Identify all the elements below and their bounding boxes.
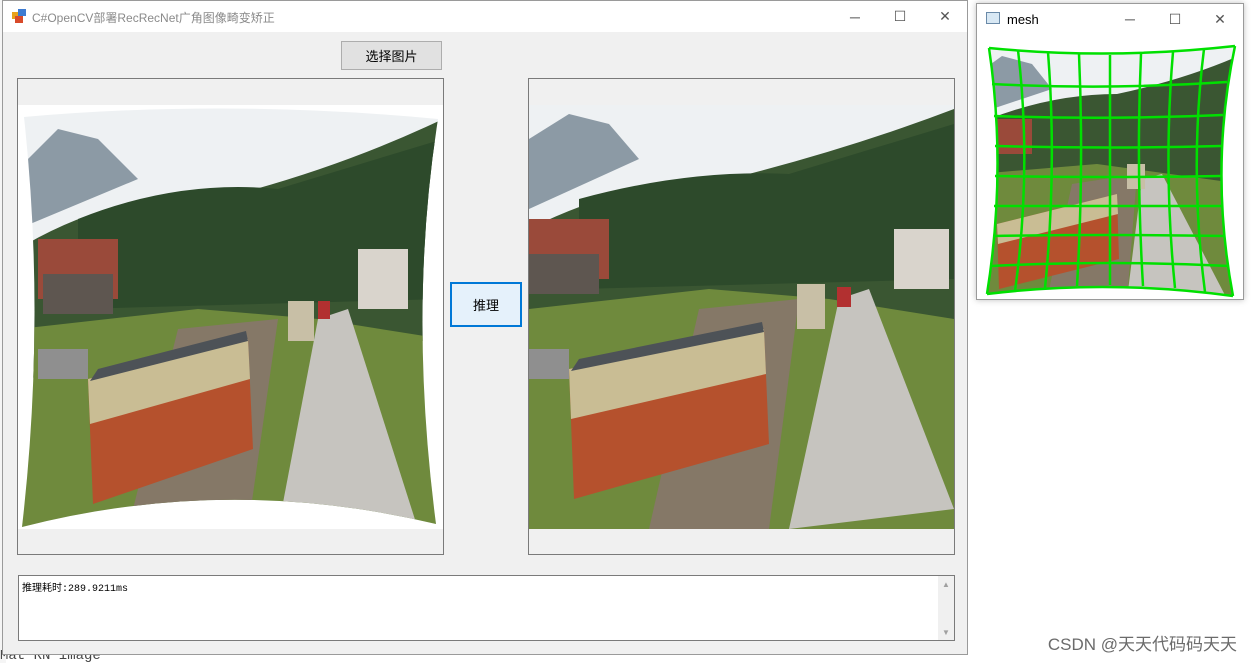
input-picturebox bbox=[17, 78, 444, 555]
mesh-window-icon bbox=[986, 12, 1000, 24]
mesh-window: mesh ─ ☐ ✕ bbox=[976, 3, 1244, 300]
output-image bbox=[529, 105, 954, 529]
mesh-grid-image bbox=[985, 44, 1237, 298]
scroll-down-icon[interactable]: ▼ bbox=[938, 624, 954, 640]
main-window: C#OpenCV部署RecRecNet广角图像畸变矫正 ─ ☐ ✕ 选择图片 推… bbox=[2, 0, 968, 655]
output-picturebox bbox=[528, 78, 955, 555]
mesh-image bbox=[977, 34, 1243, 299]
input-image bbox=[18, 105, 443, 529]
output-textbox[interactable]: 推理耗时:289.9211ms ▲ ▼ bbox=[18, 575, 955, 641]
mesh-maximize-icon[interactable]: ☐ bbox=[1152, 4, 1198, 34]
scroll-up-icon[interactable]: ▲ bbox=[938, 576, 954, 592]
main-window-title: C#OpenCV部署RecRecNet广角图像畸变矫正 bbox=[32, 11, 275, 25]
app-icon bbox=[12, 9, 26, 23]
infer-button[interactable]: 推理 bbox=[450, 282, 522, 327]
inference-time-text: 推理耗时:289.9211ms bbox=[22, 584, 129, 595]
mesh-titlebar[interactable]: mesh ─ ☐ ✕ bbox=[977, 4, 1243, 34]
csdn-watermark: CSDN @天天代码码天天 bbox=[1047, 635, 1237, 654]
mesh-minimize-icon[interactable]: ─ bbox=[1107, 4, 1153, 34]
mesh-close-icon[interactable]: ✕ bbox=[1197, 4, 1243, 34]
minimize-icon[interactable]: ─ bbox=[832, 1, 878, 32]
mesh-window-title: mesh bbox=[1007, 12, 1039, 27]
close-icon[interactable]: ✕ bbox=[922, 1, 968, 32]
maximize-icon[interactable]: ☐ bbox=[877, 1, 923, 32]
main-titlebar[interactable]: C#OpenCV部署RecRecNet广角图像畸变矫正 ─ ☐ ✕ bbox=[3, 1, 967, 32]
select-image-button[interactable]: 选择图片 bbox=[341, 41, 442, 70]
textbox-scrollbar[interactable]: ▲ ▼ bbox=[938, 576, 954, 640]
